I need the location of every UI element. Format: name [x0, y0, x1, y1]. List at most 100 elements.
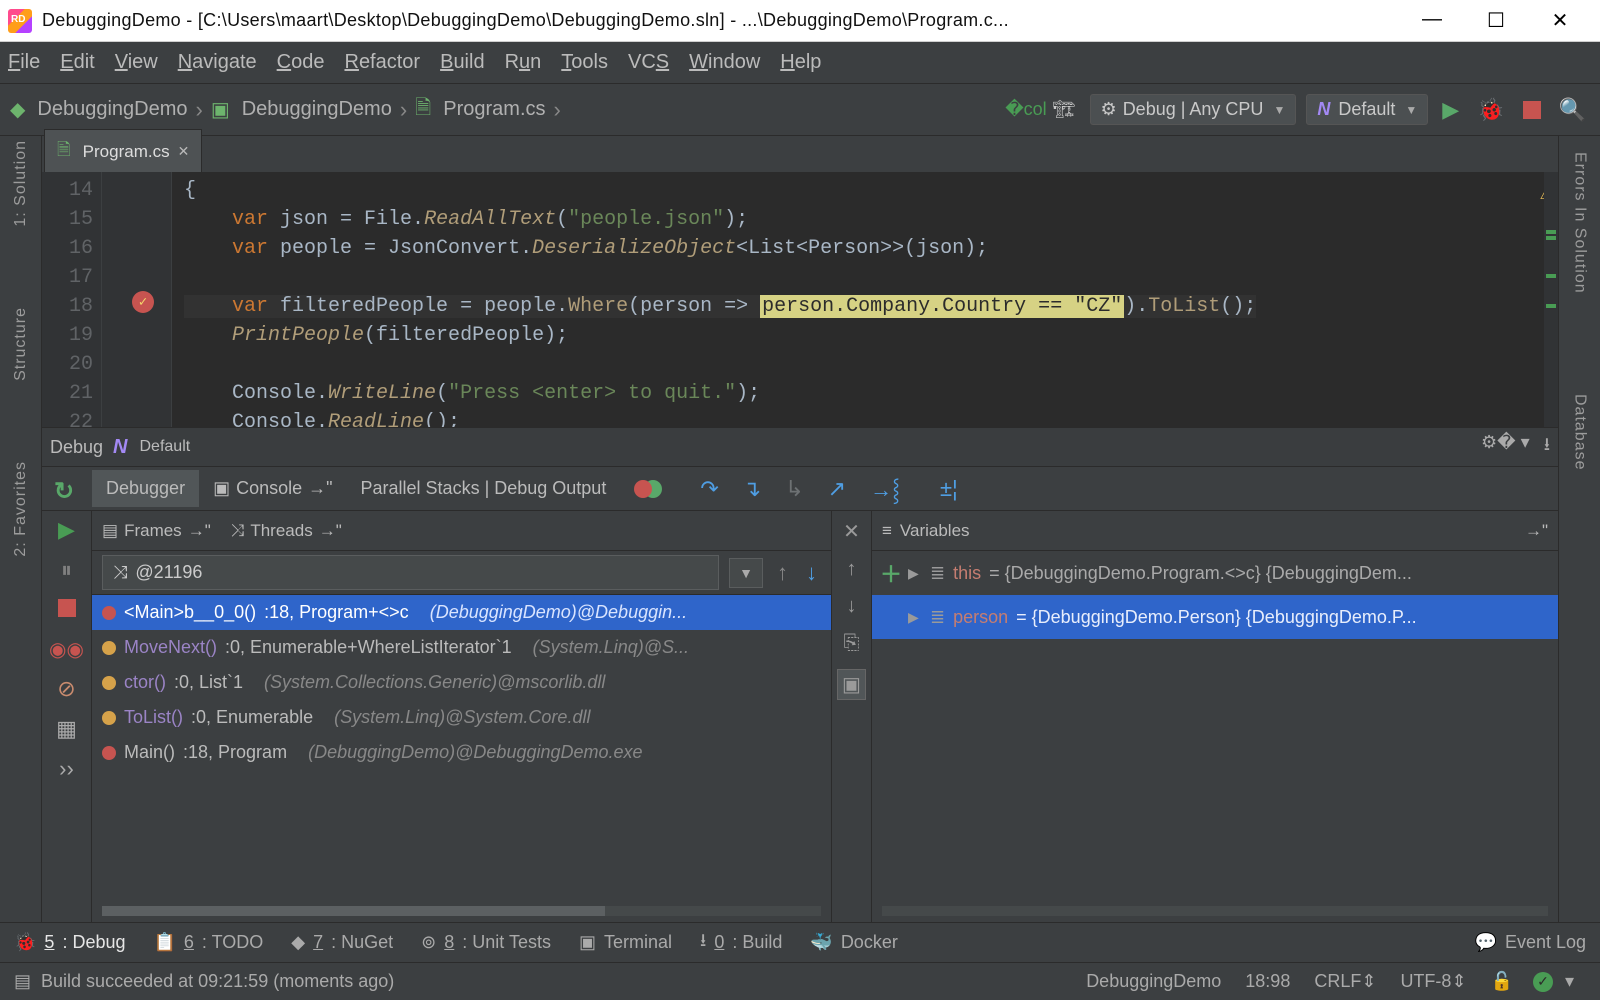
debug-export-icon[interactable]: ⭳ — [1544, 432, 1550, 462]
thread-selector[interactable]: ⤨ @21196 — [102, 555, 719, 590]
status-analysis-ok-icon[interactable]: ✓ — [1533, 972, 1553, 992]
mute-breakpoints-button[interactable]: ⊘ — [57, 676, 75, 702]
crumb-solution[interactable]: DebuggingDemo — [37, 98, 187, 121]
frame-row[interactable]: ToList():0, Enumerable (System.Linq)@Sys… — [92, 700, 831, 735]
menu-help[interactable]: Help — [780, 51, 821, 74]
menu-tools[interactable]: Tools — [561, 51, 608, 74]
minimize-button[interactable]: — — [1420, 8, 1444, 33]
menu-window[interactable]: Window — [689, 51, 760, 74]
show-libraries-icon[interactable]: ▣ — [837, 669, 866, 700]
pause-program-button[interactable]: ⏸ — [61, 557, 72, 583]
run-config-dropdown[interactable]: N Default ▼ — [1306, 94, 1428, 125]
tool-solution[interactable]: 1: Solution — [12, 140, 30, 227]
frames-scrollbar[interactable] — [102, 906, 821, 916]
menu-refactor[interactable]: Refactor — [344, 51, 420, 74]
status-eol[interactable]: CRLF⇕ — [1302, 971, 1388, 992]
tool-nuget[interactable]: ◆ 7: NuGet — [291, 932, 393, 953]
tool-terminal[interactable]: ▣ Terminal — [579, 932, 672, 953]
status-dropdown-icon[interactable]: ▾ — [1553, 971, 1586, 992]
vars-pin-icon[interactable]: →" — [1525, 521, 1548, 541]
frame-down-button[interactable]: ↓ — [802, 560, 821, 586]
step-over-button[interactable]: ↷ — [700, 476, 718, 502]
status-lock-icon[interactable]: 🔓 — [1479, 971, 1525, 992]
debug-button[interactable]: 🐞 — [1473, 93, 1508, 127]
menu-navigate[interactable]: Navigate — [178, 51, 257, 74]
tab-parallel-stacks[interactable]: Parallel Stacks | Debug Output — [347, 470, 621, 507]
tool-errors[interactable]: Errors In Solution — [1571, 152, 1589, 294]
menu-build[interactable]: Build — [440, 51, 484, 74]
evaluate-expression-button[interactable]: ±¦ — [940, 476, 958, 502]
breakpoint-gutter[interactable]: ✓ — [102, 172, 172, 427]
frames-list[interactable]: <Main>b__0_0():18, Program+<>c (Debuggin… — [92, 595, 831, 902]
tool-favorites[interactable]: 2: Favorites — [12, 461, 30, 557]
close-tab-icon[interactable]: ✕ — [178, 143, 190, 160]
variable-row[interactable]: ＋ ▶ ≣ person = {DebuggingDemo.Person} {D… — [872, 595, 1558, 639]
tool-structure[interactable]: Structure — [12, 307, 30, 381]
nav-down-icon[interactable]: ↓ — [847, 595, 857, 618]
expand-icon[interactable]: ▶ — [908, 609, 922, 626]
frame-row[interactable]: MoveNext():0, Enumerable+WhereListIterat… — [92, 630, 831, 665]
resume-dot-icon[interactable] — [620, 472, 676, 506]
frame-up-button[interactable]: ↑ — [773, 560, 792, 586]
more-button[interactable]: ›› — [59, 756, 74, 782]
menu-code[interactable]: Code — [277, 51, 325, 74]
maximize-button[interactable]: ☐ — [1484, 8, 1508, 33]
build-config-dropdown[interactable]: ⚙ Debug | Any CPU ▼ — [1090, 94, 1297, 125]
tool-todo[interactable]: 📋 6: TODO — [153, 932, 263, 953]
breadcrumbs[interactable]: ◆ DebuggingDemo › ▣ DebuggingDemo › 🗎 Pr… — [10, 93, 561, 127]
tool-build[interactable]: ⭳ 0: Build — [700, 928, 782, 958]
run-to-cursor-button[interactable]: →⸾ — [870, 474, 900, 504]
rerun-button[interactable]: ↻ — [54, 477, 74, 506]
debug-toolwindow-header[interactable]: Debug N Default ⚙� ▾ ⭳ — [42, 427, 1558, 467]
menu-run[interactable]: Run — [505, 51, 542, 74]
event-log[interactable]: 💬 Event Log — [1475, 932, 1586, 953]
close-icon[interactable]: ✕ — [843, 519, 860, 544]
menu-vcs[interactable]: VCS — [628, 51, 669, 74]
lambda-breakpoint-icon[interactable]: ✓ — [132, 291, 154, 313]
crumb-project[interactable]: DebuggingDemo — [242, 98, 392, 121]
frame-row[interactable]: Main():18, Program (DebuggingDemo)@Debug… — [92, 735, 831, 770]
stop-button[interactable] — [1519, 97, 1545, 123]
layout-button[interactable]: ▦ — [56, 716, 77, 742]
add-watch-icon[interactable]: ＋ — [880, 557, 900, 589]
threads-tab[interactable]: ⤨ Threads →" — [231, 521, 342, 541]
tool-docker[interactable]: 🐳 Docker — [810, 932, 897, 953]
frame-row[interactable]: <Main>b__0_0():18, Program+<>c (Debuggin… — [92, 595, 831, 630]
frames-tab[interactable]: ▤ Frames →" — [102, 521, 211, 541]
expand-icon[interactable]: ▶ — [908, 565, 922, 582]
error-stripe[interactable] — [1544, 172, 1558, 427]
tab-debugger[interactable]: Debugger — [92, 470, 199, 507]
nav-up-icon[interactable]: ↑ — [847, 558, 857, 581]
menu-file[interactable]: File — [8, 51, 40, 74]
run-button[interactable]: ▶ — [1438, 93, 1463, 127]
crumb-file[interactable]: Program.cs — [443, 98, 545, 121]
tab-console[interactable]: ▣Console →" — [199, 470, 346, 507]
thread-dropdown-button[interactable]: ▼ — [729, 558, 763, 588]
close-button[interactable]: ✕ — [1548, 8, 1572, 33]
build-solution-button[interactable]: �col🏗 — [1001, 95, 1079, 124]
code-editor[interactable]: 141516171819202122 ✓ { var json = File.R… — [42, 172, 1558, 427]
editor-tab-program[interactable]: 🗎 Program.cs ✕ — [44, 129, 202, 172]
step-into-button[interactable]: ↴ — [743, 476, 761, 502]
variable-row[interactable]: ＋ ▶ ≣ this = {DebuggingDemo.Program.<>c}… — [872, 551, 1558, 595]
resume-program-button[interactable]: ▶ — [58, 517, 75, 543]
tool-unit-tests[interactable]: ⊚ 8: Unit Tests — [421, 932, 551, 953]
copy-stack-icon[interactable]: ⎘ — [844, 632, 860, 655]
variables-scrollbar[interactable] — [882, 906, 1548, 916]
stop-program-button[interactable] — [58, 597, 76, 623]
status-icon[interactable]: ▤ — [14, 971, 31, 992]
debug-settings-icon[interactable]: ⚙� ▾ — [1481, 432, 1530, 462]
variables-list[interactable]: ＋ ▶ ≣ this = {DebuggingDemo.Program.<>c}… — [872, 551, 1558, 902]
step-out-button[interactable]: ↗ — [828, 476, 846, 502]
code-text[interactable]: { var json = File.ReadAllText("people.js… — [172, 172, 1558, 427]
force-step-into-button[interactable]: ↳ — [785, 476, 803, 502]
tool-debug[interactable]: 🐞 5: Debug — [14, 932, 125, 953]
search-everywhere-button[interactable]: 🔍 — [1555, 93, 1590, 127]
menu-edit[interactable]: Edit — [60, 51, 94, 74]
status-context[interactable]: DebuggingDemo — [1074, 971, 1233, 992]
view-breakpoints-button[interactable]: ◉◉ — [49, 637, 84, 662]
frame-row[interactable]: ctor():0, List`1 (System.Collections.Gen… — [92, 665, 831, 700]
menu-view[interactable]: View — [115, 51, 158, 74]
status-encoding[interactable]: UTF-8⇕ — [1388, 971, 1478, 992]
status-caret-pos[interactable]: 18:98 — [1233, 971, 1302, 992]
